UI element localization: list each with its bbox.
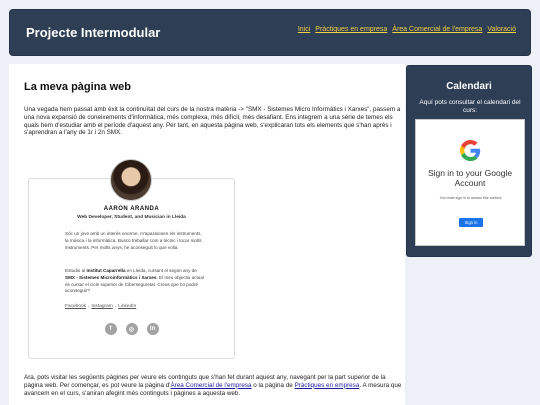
footer-paragraph: Ara, pots visitar les següents pàgines p…	[24, 374, 402, 397]
intro-paragraph: Una vegada hem passat amb èxit la contin…	[24, 106, 401, 137]
area-comercial-link[interactable]: Àrea Comercial de l'empresa	[170, 382, 251, 389]
page-heading: La meva pàgina web	[24, 81, 131, 93]
profile-bio: Sóc un jove amb un interès enorme, m'apa…	[65, 231, 202, 250]
linkedin-icon[interactable]: in	[146, 323, 159, 335]
profile-card: AARON ARANDA Web Developer, Student, and…	[28, 159, 235, 359]
profile-links: Facebook, Instagram, LinkedIn	[65, 304, 137, 309]
study-text: en Lleida, cursant el segon any de	[125, 268, 197, 273]
main-content: La meva pàgina web Una vegada hem passat…	[9, 64, 405, 405]
linkedin-link[interactable]: LinkedIn	[118, 304, 136, 309]
calendar-title: Calendari	[446, 81, 492, 92]
site-header: Projecte Intermodular Inici Pràctiques e…	[9, 9, 531, 56]
google-logo-icon	[460, 140, 481, 161]
calendar-embed: Sign in to your Google Account You must …	[415, 119, 525, 246]
instagram-link[interactable]: Instagram	[91, 304, 112, 309]
calendar-sidebar: Calendari Aquí pots consultar el calenda…	[406, 65, 532, 257]
signin-title: Sign in to your Google Account	[427, 168, 513, 188]
facebook-icon[interactable]: f	[104, 323, 117, 335]
facebook-link[interactable]: Facebook	[65, 304, 86, 309]
instagram-icon[interactable]: ◎	[125, 323, 138, 335]
nav-link-practiques[interactable]: Pràctiques en empresa	[315, 26, 387, 33]
signin-button[interactable]: Sign in	[459, 218, 483, 227]
calendar-description: Aquí pots consultar el calendari del cur…	[419, 99, 521, 114]
profile-role: Web Developer, Student, and Musician in …	[77, 215, 186, 220]
footer-text: o la pàgina de	[251, 381, 295, 389]
avatar	[110, 159, 152, 201]
school-name: Institut Caparrella	[86, 268, 126, 273]
practiques-link[interactable]: Pràctiques en empresa	[295, 382, 360, 389]
nav-link-valoracio[interactable]: Valoració	[487, 26, 516, 33]
profile-name: AARON ARANDA	[103, 206, 160, 212]
study-text: Estudio al	[65, 268, 87, 273]
social-icons: f ◎ in	[29, 323, 234, 335]
nav-link-area-comercial[interactable]: Àrea Comercial de l'empresa	[392, 26, 482, 33]
course-name: SMX - Sistemes Microinformàtics i Xarxes	[65, 274, 157, 280]
top-nav: Inici Pràctiques en empresa Àrea Comerci…	[298, 26, 516, 33]
profile-study: Estudio al Institut Caparrella en Lleida…	[65, 268, 205, 295]
site-title: Projecte Intermodular	[26, 25, 161, 40]
nav-link-inici[interactable]: Inici	[298, 26, 310, 33]
signin-note: You must sign in to access this content.	[439, 196, 503, 200]
